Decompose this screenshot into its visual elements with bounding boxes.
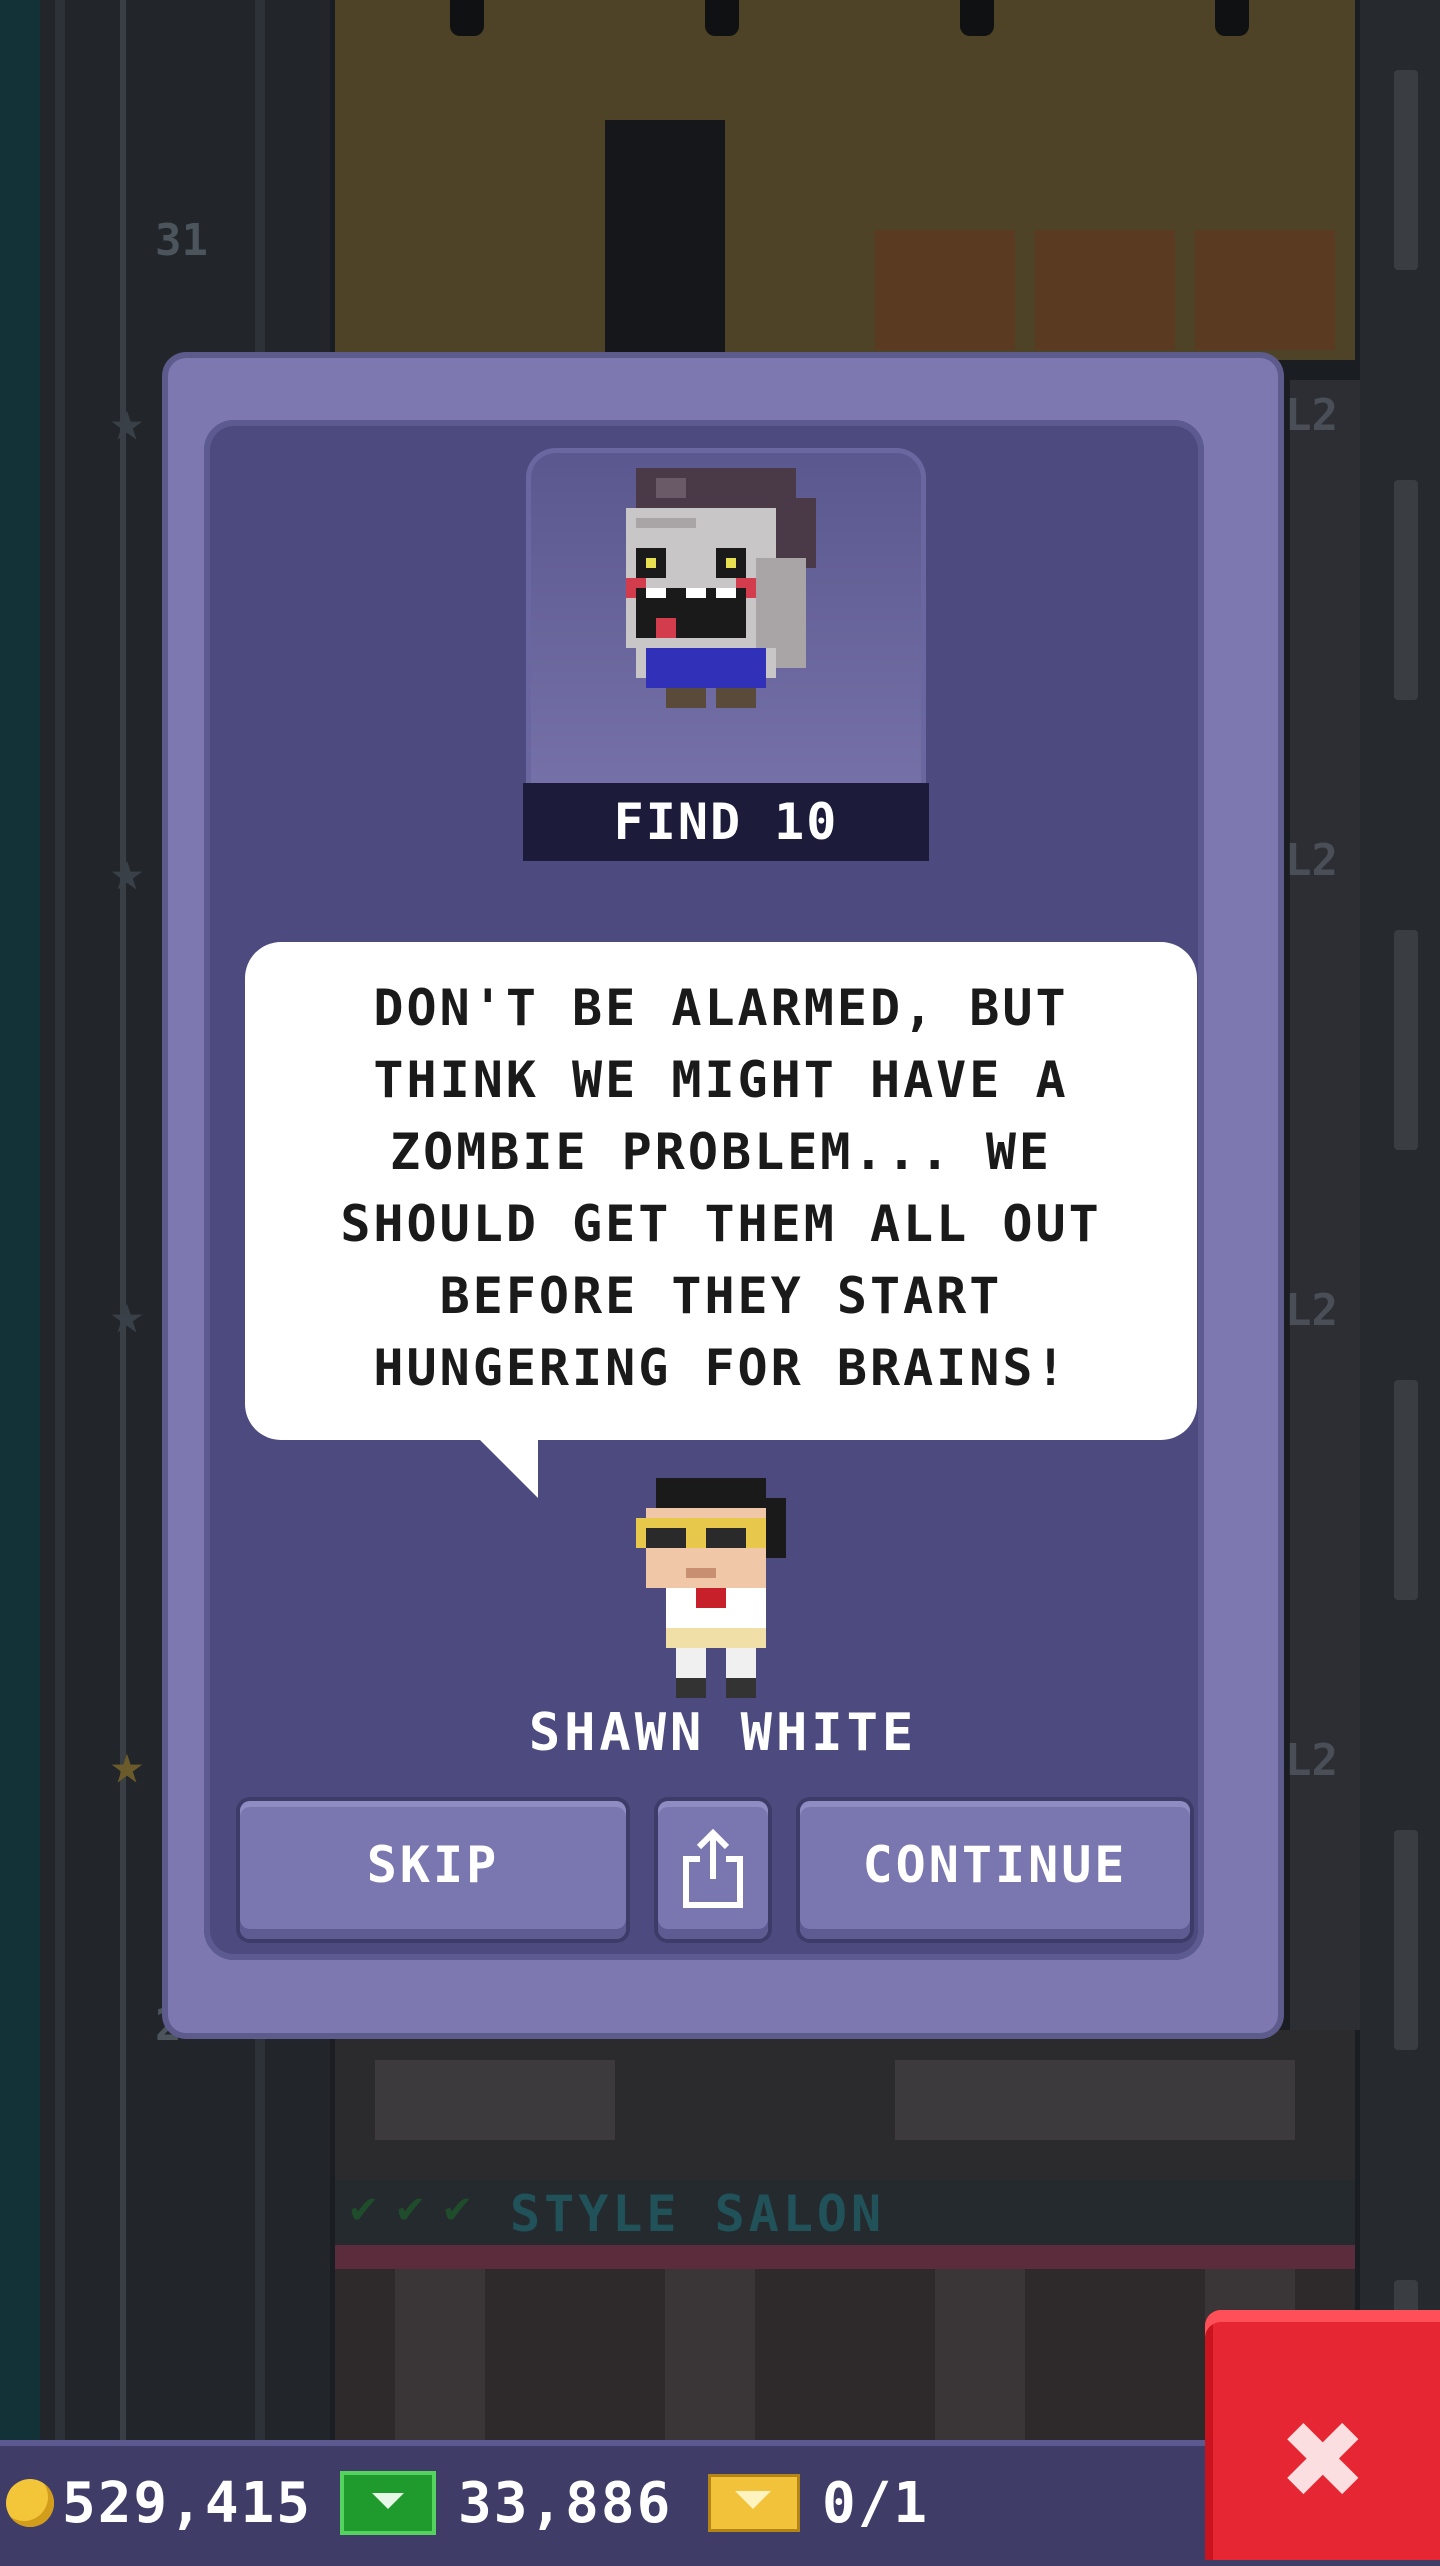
- tower-bux-icon: [340, 2471, 436, 2535]
- tickets-value: 0/1: [822, 2470, 930, 2536]
- coins-stat: 529,415: [6, 2446, 312, 2560]
- zombie-sprite: [626, 468, 816, 708]
- level-tag: L2: [1285, 390, 1338, 441]
- bux-stat: 33,886: [340, 2446, 672, 2560]
- speaker-name: SHAWN WHITE: [528, 1703, 918, 1763]
- star-icon: ★: [110, 1282, 144, 1347]
- objective-label: FIND 10: [523, 783, 929, 861]
- lower-room: [335, 2030, 1355, 2180]
- floor-number: 31: [155, 215, 208, 266]
- mission-message: DON'T BE ALARMED, BUT THINK WE MIGHT HAV…: [340, 979, 1102, 1397]
- share-icon: [683, 1829, 743, 1908]
- skip-button[interactable]: SKIP: [240, 1801, 626, 1939]
- character-sprite: [636, 1478, 786, 1698]
- close-button[interactable]: ✖: [1205, 2310, 1440, 2560]
- continue-button[interactable]: CONTINUE: [800, 1801, 1190, 1939]
- speech-bubble: DON'T BE ALARMED, BUT THINK WE MIGHT HAV…: [245, 942, 1197, 1440]
- speech-bubble-tail: [478, 1438, 538, 1498]
- share-button[interactable]: [658, 1801, 768, 1939]
- coin-icon: [6, 2479, 54, 2527]
- close-icon: ✖: [1282, 2378, 1368, 2541]
- star-icon: ★: [110, 1732, 144, 1797]
- salon-room: [335, 2245, 1355, 2440]
- top-room: [335, 0, 1355, 360]
- coins-value: 529,415: [62, 2470, 313, 2536]
- check-icon: ✔: [397, 2182, 424, 2233]
- level-tag: L2: [1285, 1735, 1338, 1786]
- mission-dialog: FIND 10 DON'T BE ALARMED, BUT THINK WE M…: [168, 358, 1278, 2033]
- tickets-stat: 0/1: [708, 2446, 929, 2560]
- room-name: STYLE SALON: [510, 2185, 886, 2243]
- level-tag: L2: [1285, 1285, 1338, 1336]
- star-icon: ★: [110, 389, 144, 454]
- right-shaft: [1360, 0, 1440, 2440]
- check-icon: ✔: [444, 2182, 471, 2233]
- check-icon: ✔: [350, 2182, 377, 2233]
- ticket-icon: [708, 2474, 800, 2532]
- level-tag: L2: [1285, 835, 1338, 886]
- bux-value: 33,886: [458, 2470, 673, 2536]
- star-icon: ★: [110, 839, 144, 904]
